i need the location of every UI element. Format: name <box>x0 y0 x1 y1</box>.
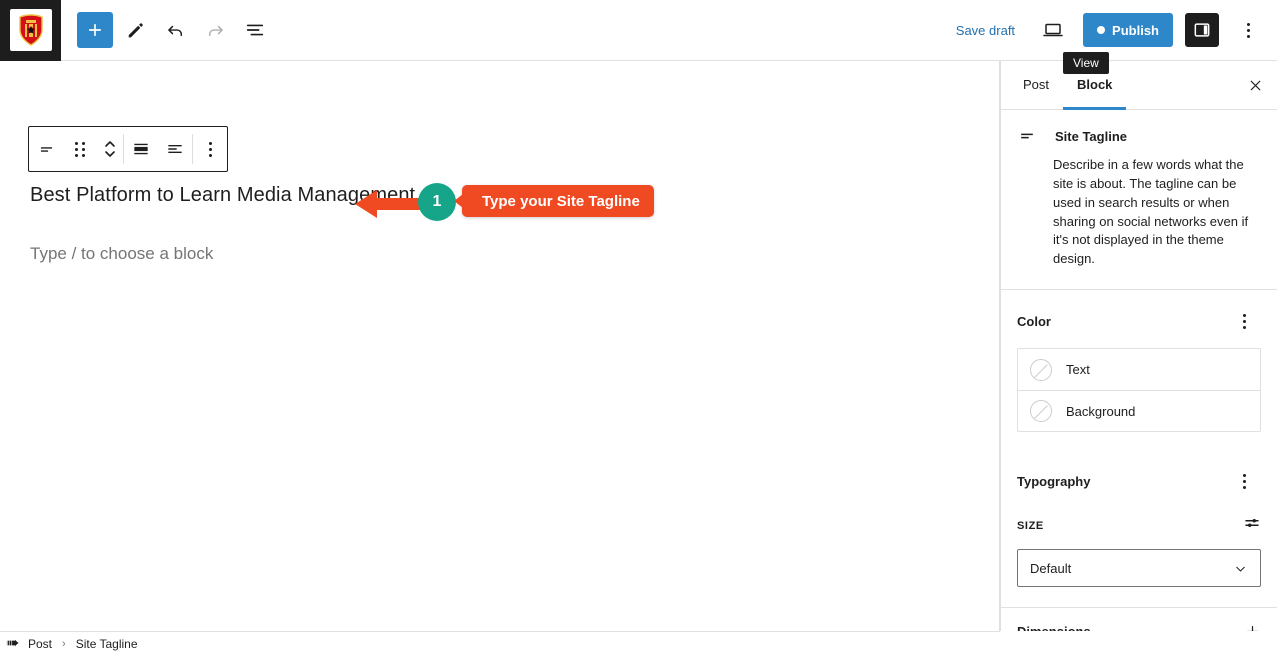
undo-arrow-icon <box>167 25 182 36</box>
sidebar-panel-icon <box>1194 23 1210 37</box>
annotation-callout-label: Type your Site Tagline <box>454 185 654 217</box>
font-size-row: SIZE <box>1001 508 1277 543</box>
undo-button[interactable] <box>157 12 193 48</box>
dimensions-panel-title: Dimensions <box>1017 624 1091 631</box>
dimensions-panel-toggle[interactable]: Dimensions <box>1001 607 1277 631</box>
drag-grip-icon <box>75 141 85 157</box>
redo-button[interactable] <box>197 12 233 48</box>
background-color-swatch-icon <box>1030 400 1052 423</box>
color-row-background[interactable]: Background <box>1018 390 1260 431</box>
kebab-menu-icon <box>1242 313 1246 329</box>
list-view-button[interactable] <box>237 12 273 48</box>
drag-handle[interactable] <box>63 127 97 171</box>
kebab-menu-icon <box>1246 22 1250 38</box>
color-options-list: Text Background <box>1017 348 1261 433</box>
annotation-arrow <box>355 185 425 228</box>
tagline-lines-icon <box>40 146 52 152</box>
breadcrumb: Post › Site Tagline <box>0 631 1000 655</box>
redo-arrow-icon <box>208 25 223 36</box>
close-sidebar-button[interactable] <box>1233 61 1277 109</box>
align-block-button[interactable] <box>124 127 158 171</box>
typography-panel: Typography SIZE Default <box>1001 450 1277 588</box>
kebab-menu-icon <box>208 141 212 157</box>
settings-sidebar-toggle[interactable] <box>1185 13 1219 47</box>
save-draft-button[interactable]: Save draft <box>948 17 1023 44</box>
edit-tool-button[interactable] <box>117 12 153 48</box>
site-logo-tile[interactable] <box>0 0 61 61</box>
close-x-icon <box>1250 80 1260 90</box>
block-title: Site Tagline <box>1055 128 1127 144</box>
top-bar-actions: Save draft Publish <box>948 12 1277 48</box>
publish-label: Publish <box>1112 22 1159 38</box>
site-crest-logo <box>9 9 52 51</box>
font-size-label: SIZE <box>1017 519 1044 532</box>
add-block-button[interactable] <box>77 12 113 48</box>
publish-button[interactable]: Publish <box>1083 13 1173 47</box>
block-info-header: Site Tagline <box>1017 126 1261 146</box>
annotation-step-badge: 1 <box>418 183 456 221</box>
font-size-settings-button[interactable] <box>1243 514 1261 537</box>
background-color-label: Background <box>1066 403 1136 419</box>
laptop-icon <box>1043 23 1063 37</box>
move-block-updown[interactable] <box>97 127 123 171</box>
pencil-icon <box>128 23 143 38</box>
typography-panel-header: Typography <box>1001 450 1277 508</box>
view-button[interactable] <box>1035 12 1071 48</box>
block-toolbar <box>28 126 228 172</box>
chevron-down-icon <box>1236 566 1245 572</box>
paragraph-block-placeholder[interactable]: Type / to choose a block <box>30 244 213 264</box>
align-wide-icon <box>134 143 148 155</box>
plus-icon <box>88 23 102 37</box>
tab-post[interactable]: Post <box>1009 62 1063 110</box>
color-row-text[interactable]: Text <box>1018 349 1260 390</box>
plus-icon <box>1247 626 1258 631</box>
sidebar-tabs: Post Block <box>1001 61 1277 110</box>
block-toolbar-group-align <box>124 127 192 171</box>
align-text-button[interactable] <box>158 127 192 171</box>
editor-canvas[interactable]: Best Platform to Learn Media Management … <box>0 61 1000 631</box>
color-panel: Color Text Background <box>1001 290 1277 433</box>
block-toolbar-group-options <box>193 127 227 171</box>
color-panel-options-button[interactable] <box>1227 304 1261 338</box>
block-description: Describe in a few words what the site is… <box>1053 157 1249 267</box>
block-type-switcher-button[interactable] <box>29 127 63 171</box>
color-panel-title: Color <box>1017 313 1051 329</box>
font-size-value: Default <box>1030 560 1072 576</box>
block-info-section: Site Tagline Describe in a few words wha… <box>1001 110 1277 291</box>
chevron-up-down-icon <box>105 141 115 157</box>
text-color-label: Text <box>1066 362 1090 378</box>
align-text-left-icon <box>168 144 182 154</box>
more-options-button[interactable] <box>1231 13 1265 47</box>
view-tooltip: View <box>1063 52 1109 74</box>
top-toolbar-tools <box>61 12 273 48</box>
font-size-select[interactable]: Default <box>1017 549 1261 588</box>
breadcrumb-item-site-tagline[interactable]: Site Tagline <box>76 637 138 651</box>
block-toolbar-group-primary <box>29 127 123 171</box>
text-color-swatch-icon <box>1030 358 1052 381</box>
settings-sidebar: Post Block Site Tagline Describe in a fe… <box>1000 61 1277 631</box>
kebab-menu-icon <box>1242 473 1246 489</box>
color-panel-header: Color <box>1001 290 1277 348</box>
typography-panel-title: Typography <box>1017 473 1091 489</box>
breadcrumb-item-post[interactable]: Post <box>28 637 52 651</box>
document-outline-icon <box>246 24 264 36</box>
mouse-cursor: ➠ <box>6 635 20 652</box>
typography-panel-options-button[interactable] <box>1227 464 1261 498</box>
tagline-lines-icon <box>1021 133 1033 139</box>
sliders-icon <box>1245 519 1259 528</box>
block-options-button[interactable] <box>193 127 227 171</box>
breadcrumb-separator-icon: › <box>62 637 66 650</box>
publish-status-dot-icon <box>1097 26 1106 34</box>
